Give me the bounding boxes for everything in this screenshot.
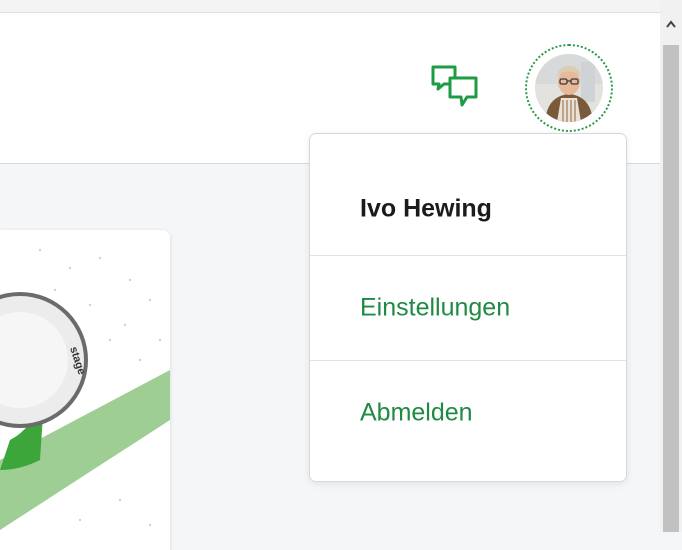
chevron-up-icon (666, 20, 676, 28)
chat-button[interactable] (430, 60, 490, 120)
scroll-up-button[interactable] (660, 14, 682, 34)
user-name-item: Ivo Hewing (310, 159, 626, 259)
card-illustration: stage (0, 230, 170, 550)
user-name: Ivo Hewing (360, 194, 492, 223)
page-scrollbar[interactable] (660, 0, 682, 532)
avatar (535, 54, 603, 122)
scrollbar-thumb[interactable] (663, 45, 679, 532)
avatar-photo (535, 54, 603, 122)
user-dropdown-menu: Ivo Hewing Einstellungen Abmelden (309, 133, 627, 482)
chat-bubbles-icon (431, 65, 478, 107)
browser-top-strip (0, 0, 660, 13)
menu-item-settings[interactable]: Einstellungen (310, 256, 626, 360)
menu-item-settings-label: Einstellungen (360, 293, 511, 322)
menu-item-logout-label: Abmelden (360, 398, 473, 427)
menu-item-logout[interactable]: Abmelden (310, 361, 626, 465)
user-avatar-button[interactable] (525, 44, 613, 132)
content-card: stage (0, 230, 170, 550)
